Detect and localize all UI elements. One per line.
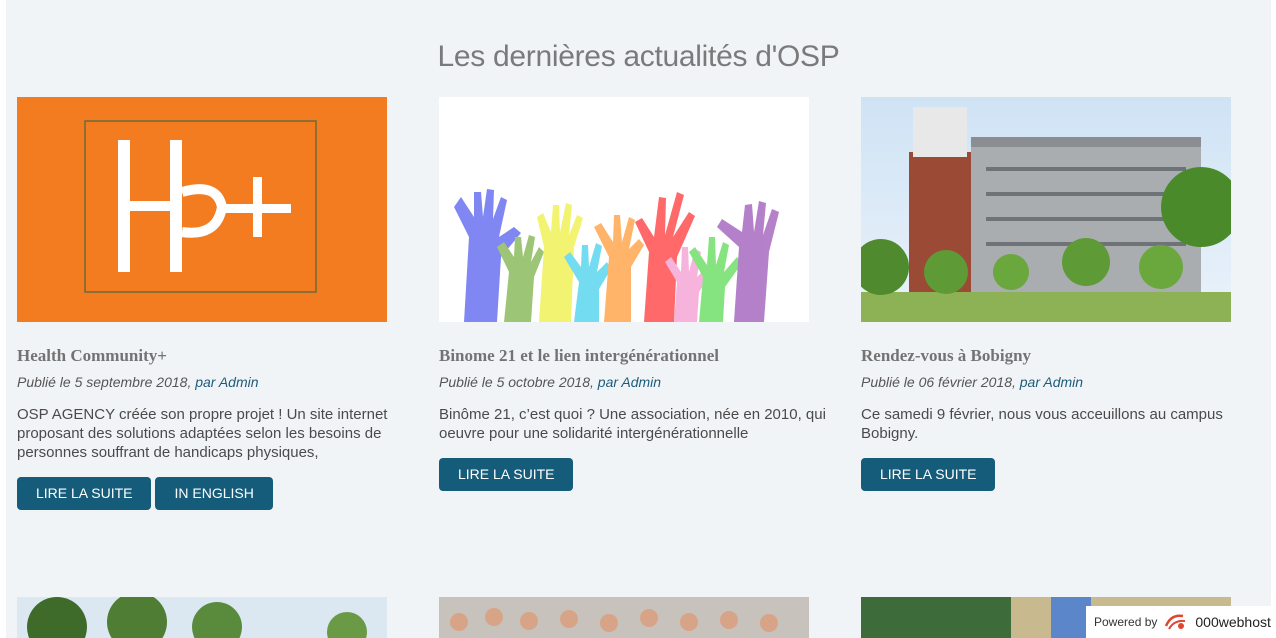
news-card: Rendez-vous à Bobigny Publié le 06 févri… xyxy=(861,97,1271,491)
crowd-photo xyxy=(439,597,809,638)
section-title: Les dernières actualités d'OSP xyxy=(437,40,840,73)
in-english-button[interactable]: IN ENGLISH xyxy=(155,477,273,510)
post-date: Publié le 06 février 2018, xyxy=(861,374,1020,390)
post-title[interactable]: Health Community+ xyxy=(17,346,427,366)
post-image-health-community[interactable] xyxy=(17,97,387,322)
campus-building-photo xyxy=(861,97,1231,322)
post-title[interactable]: Rendez-vous à Bobigny xyxy=(861,346,1271,366)
raised-hands-icon xyxy=(439,97,809,322)
news-section: Les dernières actualités d'OSP Health Co… xyxy=(6,0,1271,638)
read-more-button[interactable]: LIRE LA SUITE xyxy=(439,458,574,491)
post-meta: Publié le 06 février 2018, par Admin xyxy=(861,374,1271,390)
trees-photo xyxy=(17,597,387,638)
read-more-button[interactable]: LIRE LA SUITE xyxy=(17,477,152,510)
post-excerpt: Binôme 21, c’est quoi ? Une association,… xyxy=(439,406,826,442)
news-card: Binome 21 et le lien intergénérationnel … xyxy=(439,97,849,491)
post-meta: Publié le 5 octobre 2018, par Admin xyxy=(439,374,849,390)
powered-by-badge[interactable]: Powered by 000webhost xyxy=(1086,606,1276,638)
powered-by-label: Powered by xyxy=(1094,615,1158,629)
post-date: Publié le 5 septembre 2018, xyxy=(17,374,196,390)
read-more-button[interactable]: LIRE LA SUITE xyxy=(861,458,996,491)
news-card: Health Community+ Publié le 5 septembre … xyxy=(17,97,427,510)
post-image-crowd[interactable] xyxy=(439,597,809,638)
post-excerpt: OSP AGENCY créée son propre projet ! Un … xyxy=(17,406,388,461)
post-image-bobigny[interactable] xyxy=(861,97,1231,322)
webhost-logo-icon xyxy=(1165,614,1186,630)
webhost-brand: 000webhost xyxy=(1195,614,1271,630)
hc-logo-icon xyxy=(17,97,387,322)
post-image-trees[interactable] xyxy=(17,597,387,638)
post-date: Publié le 5 octobre 2018, xyxy=(439,374,598,390)
post-image-binome[interactable] xyxy=(439,97,809,322)
post-author-link[interactable]: par Admin xyxy=(598,374,661,390)
post-author-link[interactable]: par Admin xyxy=(195,374,258,390)
post-meta: Publié le 5 septembre 2018, par Admin xyxy=(17,374,427,390)
post-author-link[interactable]: par Admin xyxy=(1020,374,1083,390)
post-title[interactable]: Binome 21 et le lien intergénérationnel xyxy=(439,346,849,366)
post-excerpt: Ce samedi 9 février, nous vous acceuillo… xyxy=(861,406,1223,442)
